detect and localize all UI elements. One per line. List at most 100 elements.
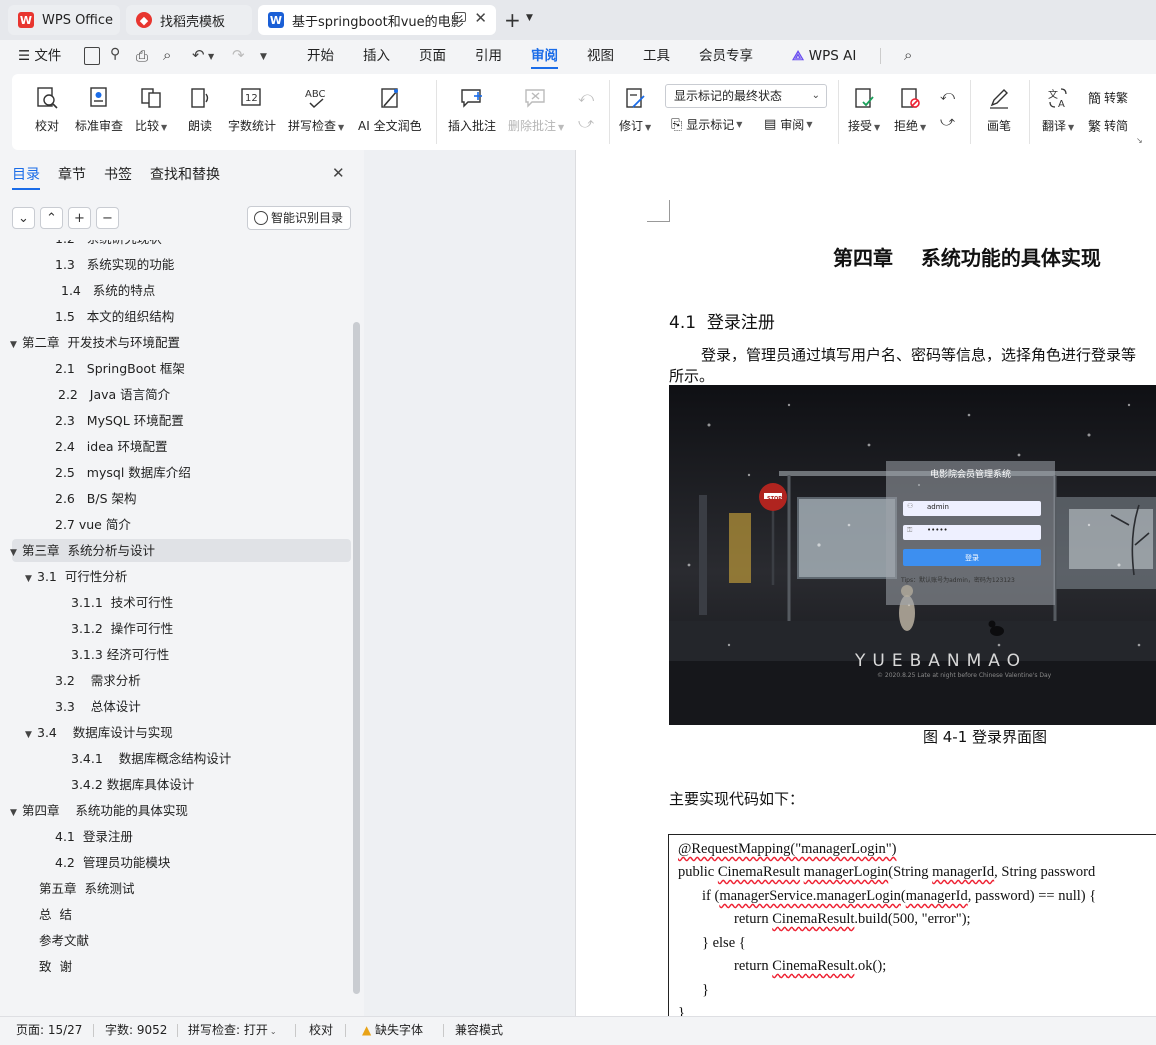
print-icon[interactable]: ⎙ bbox=[136, 47, 148, 65]
toc-item[interactable]: 3.1.2 操作可行性 bbox=[71, 616, 173, 642]
toc-item[interactable]: 2.2 Java 语言简介 bbox=[58, 382, 170, 408]
menu-page[interactable]: 页面 bbox=[419, 40, 446, 72]
toc-item[interactable]: ▼ 3.4 数据库设计与实现 bbox=[25, 720, 173, 746]
toc-item[interactable]: ▼ 第二章 开发技术与环境配置 bbox=[10, 330, 180, 356]
toc-item[interactable]: 3.2 需求分析 bbox=[55, 668, 141, 694]
to-simplified-button[interactable]: 繁转简 bbox=[1088, 116, 1128, 135]
tab-find-replace[interactable]: 查找和替换 bbox=[150, 164, 220, 184]
tab-wps-office[interactable]: W WPS Office bbox=[8, 5, 120, 35]
toc-item[interactable]: 致 谢 bbox=[39, 954, 72, 980]
toc-item[interactable]: 3.4.2 数据库具体设计 bbox=[71, 772, 194, 798]
menu-wps-ai[interactable]: ⟁ WPS AI bbox=[792, 40, 856, 72]
to-traditional-button[interactable]: 簡转繁 bbox=[1088, 88, 1128, 107]
word-count-indicator[interactable]: 字数: 9052 bbox=[105, 1017, 167, 1043]
toc-item[interactable]: 1.5 本文的组织结构 bbox=[55, 304, 174, 330]
toc-item[interactable]: 3.4.1 数据库概念结构设计 bbox=[71, 746, 231, 772]
toc-item[interactable]: 第五章 系统测试 bbox=[39, 876, 134, 902]
toc-item[interactable]: ▼ 第三章 系统分析与设计 bbox=[10, 538, 155, 564]
toc-item[interactable]: 4.2 管理员功能模块 bbox=[55, 850, 170, 876]
previous-change-icon[interactable]: ⤺ bbox=[940, 88, 955, 104]
more-chevron-icon[interactable]: ▼ bbox=[260, 52, 267, 62]
toc-collapse-triangle-icon[interactable]: ▼ bbox=[10, 540, 22, 566]
tab-bookmarks[interactable]: 书签 bbox=[104, 164, 132, 184]
next-change-icon[interactable]: ⤻ bbox=[940, 114, 955, 130]
undo-icon[interactable]: ↶ bbox=[192, 46, 205, 64]
translate-button[interactable]: 文A 翻译 ▼ bbox=[1042, 74, 1074, 134]
undo-chevron-icon[interactable]: ▼ bbox=[208, 52, 214, 61]
proofread-button[interactable]: 校对 bbox=[34, 74, 60, 134]
menu-view[interactable]: 视图 bbox=[587, 40, 614, 72]
accept-button[interactable]: 接受 ▼ bbox=[848, 74, 880, 134]
read-aloud-button[interactable]: 朗读 bbox=[187, 74, 213, 134]
redo-icon[interactable]: ↷ bbox=[232, 46, 245, 64]
menu-review[interactable]: 审阅 bbox=[531, 40, 558, 72]
markup-state-select[interactable]: 显示标记的最终状态 ⌄ bbox=[665, 84, 827, 108]
tab-current-document[interactable]: W 基于springboot和vue的电影 ✕ bbox=[258, 5, 496, 35]
toc-scrollbar[interactable] bbox=[353, 322, 360, 994]
standard-review-button[interactable]: 标准审查 bbox=[75, 74, 123, 134]
page-indicator[interactable]: 页面: 15/27 bbox=[16, 1017, 82, 1043]
track-changes-button[interactable]: 修订 ▼ bbox=[619, 74, 651, 134]
menu-references[interactable]: 引用 bbox=[475, 40, 502, 72]
proofread-status[interactable]: 校对 bbox=[309, 1017, 333, 1043]
menu-tools[interactable]: 工具 bbox=[643, 40, 670, 72]
toc-item[interactable]: 2.7 vue 简介 bbox=[55, 512, 131, 538]
tab-docer-templates[interactable]: ◆ 找稻壳模板 bbox=[126, 5, 252, 35]
remove-heading-button[interactable]: − bbox=[96, 207, 119, 229]
menu-insert[interactable]: 插入 bbox=[363, 40, 390, 72]
close-tab-icon[interactable]: ✕ bbox=[474, 9, 487, 27]
toc-item[interactable]: 2.5 mysql 数据库介绍 bbox=[55, 460, 191, 486]
close-pane-icon[interactable]: ✕ bbox=[332, 164, 345, 182]
toc-collapse-triangle-icon[interactable]: ▼ bbox=[10, 332, 22, 358]
expand-ribbon-icon[interactable]: ↘ bbox=[1136, 136, 1143, 145]
insert-comment-button[interactable]: 插入批注 bbox=[448, 74, 496, 134]
toc-collapse-triangle-icon[interactable]: ▼ bbox=[25, 722, 37, 748]
menu-home[interactable]: 开始 bbox=[307, 40, 334, 72]
save-icon[interactable] bbox=[84, 47, 100, 65]
toc-item[interactable]: ▼ 3.1 可行性分析 bbox=[25, 564, 127, 590]
review-pane-button[interactable]: ▤ 审阅 ▼ bbox=[764, 116, 812, 133]
toc-item[interactable]: 参考文献 bbox=[39, 928, 89, 954]
missing-font-status[interactable]: ▲ 缺失字体 bbox=[362, 1017, 423, 1043]
tab-toc[interactable]: 目录 bbox=[12, 164, 40, 190]
menu-file[interactable]: ☰ 文件 bbox=[18, 40, 61, 72]
delete-comment-button[interactable]: 删除批注 ▼ bbox=[508, 74, 564, 134]
expand-all-button[interactable]: ⌃ bbox=[40, 207, 63, 229]
toc-item[interactable]: 总 结 bbox=[39, 902, 72, 928]
toc-item[interactable]: 3.1.1 技术可行性 bbox=[71, 590, 173, 616]
tab-list-chevron-icon[interactable]: ▼ bbox=[526, 13, 533, 23]
pen-button[interactable]: 画笔 bbox=[986, 74, 1012, 134]
toc-item[interactable]: 4.1 登录注册 bbox=[55, 824, 133, 850]
ai-polish-button[interactable]: AI 全文润色 bbox=[358, 74, 422, 134]
word-count-button[interactable]: 12 字数统计 bbox=[228, 74, 276, 134]
menu-member[interactable]: 会员专享 bbox=[699, 40, 753, 72]
toc-item[interactable]: 1.4 系统的特点 bbox=[61, 278, 155, 304]
new-tab-icon[interactable]: + bbox=[504, 8, 521, 32]
tab-sections[interactable]: 章节 bbox=[58, 164, 86, 184]
reject-button[interactable]: 拒绝 ▼ bbox=[894, 74, 926, 134]
toc-item[interactable]: 3.1.3 经济可行性 bbox=[71, 642, 169, 668]
toc-item[interactable]: 2.1 SpringBoot 框架 bbox=[55, 356, 185, 382]
toc-item[interactable]: 1.3 系统实现的功能 bbox=[55, 252, 174, 278]
toc-item[interactable]: 2.3 MySQL 环境配置 bbox=[55, 408, 184, 434]
link-icon[interactable]: ⚲ bbox=[110, 46, 120, 62]
search-icon[interactable]: ⌕ bbox=[904, 46, 912, 64]
smart-toc-button[interactable]: 智能识别目录 bbox=[247, 206, 351, 230]
toc-item[interactable]: 2.4 idea 环境配置 bbox=[55, 434, 168, 460]
toc-collapse-triangle-icon[interactable]: ▼ bbox=[10, 800, 22, 826]
next-comment-icon[interactable]: ⤻ bbox=[578, 114, 594, 132]
monitor-icon[interactable] bbox=[454, 12, 466, 22]
show-markup-button[interactable]: ⎘ 显示标记 ▼ bbox=[671, 116, 742, 133]
previous-comment-icon[interactable]: ⤺ bbox=[578, 88, 594, 106]
add-heading-button[interactable]: + bbox=[68, 207, 91, 229]
spell-check-button[interactable]: ABC 拼写检查 ▼ bbox=[288, 74, 344, 134]
compare-button[interactable]: 比较 ▼ bbox=[135, 74, 167, 134]
toc-item[interactable]: 2.6 B/S 架构 bbox=[55, 486, 137, 512]
collapse-all-button[interactable]: ⌄ bbox=[12, 207, 35, 229]
toc-item[interactable]: 1.2 系统研究现状 bbox=[55, 240, 162, 252]
print-preview-icon[interactable]: ⌕ bbox=[163, 46, 171, 64]
toc-collapse-triangle-icon[interactable]: ▼ bbox=[25, 566, 37, 592]
toc-item[interactable]: ▼ 第四章 系统功能的具体实现 bbox=[10, 798, 188, 824]
toc-item[interactable]: 3.3 总体设计 bbox=[55, 694, 141, 720]
spell-check-toggle[interactable]: 拼写检查: 打开 ⌄ bbox=[188, 1017, 277, 1043]
